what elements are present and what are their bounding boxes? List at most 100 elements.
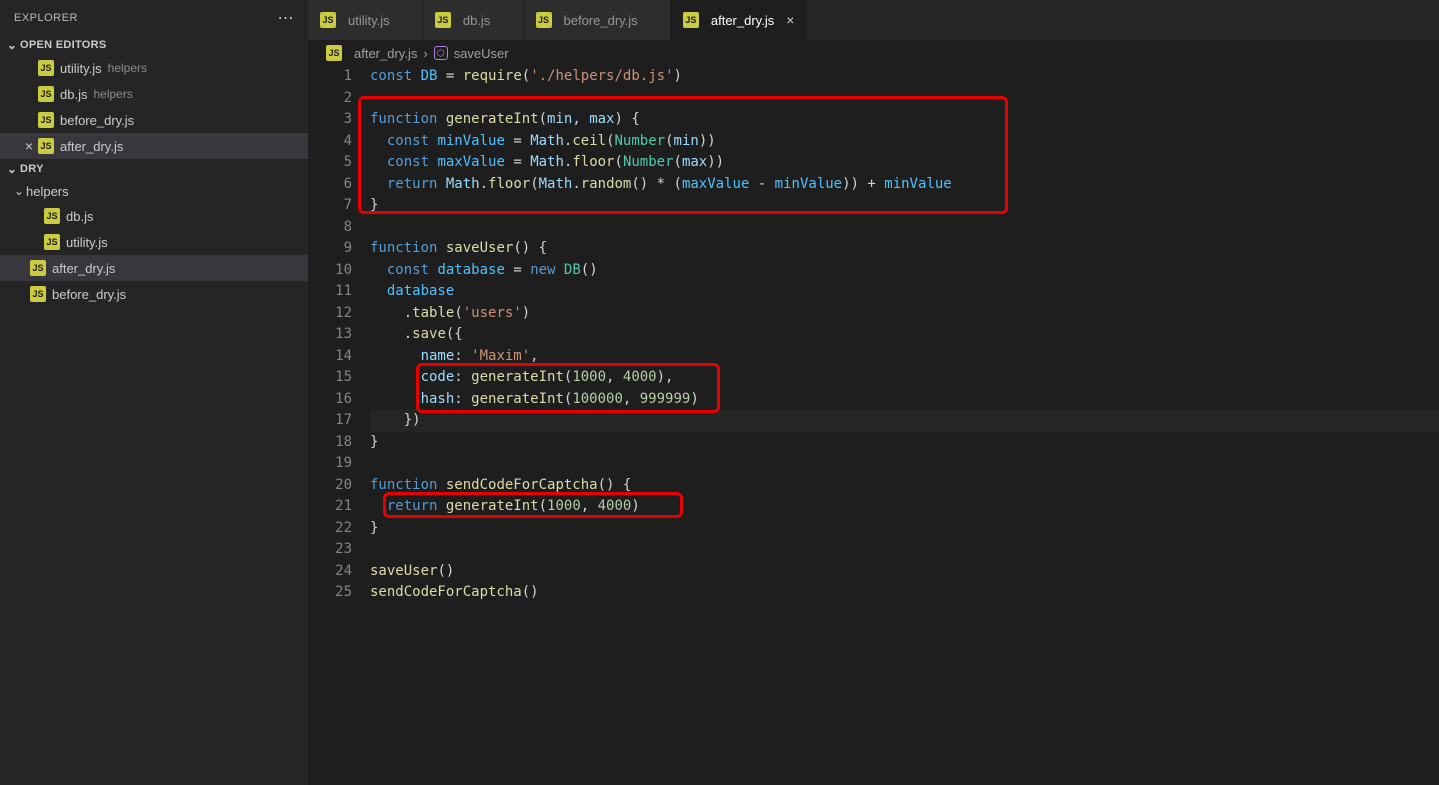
project-title: DRY [20,163,44,175]
code-line[interactable] [370,539,1439,561]
folder-row[interactable]: ⌄helpers [0,179,308,203]
code-line[interactable]: } [370,195,1439,217]
js-file-icon: JS [38,138,54,154]
breadcrumb-symbol: saveUser [454,46,509,61]
line-number: 19 [308,453,352,475]
code-line[interactable]: sendCodeForCaptcha() [370,582,1439,604]
line-number: 8 [308,217,352,239]
explorer-header: EXPLORER ⋯ [0,0,308,35]
file-item[interactable]: JSutility.js [0,229,308,255]
open-editor-item[interactable]: ×JSbefore_dry.js [0,107,308,133]
js-file-icon: JS [435,12,451,28]
js-file-icon: JS [320,12,336,28]
editor-tab[interactable]: JS after_dry.js × [671,0,808,40]
code-line[interactable]: return generateInt(1000, 4000) [370,496,1439,518]
js-file-icon: JS [30,260,46,276]
code-line[interactable]: hash: generateInt(100000, 999999) [370,389,1439,411]
folder-label: helpers [26,184,69,199]
code-line[interactable]: const minValue = Math.ceil(Number(min)) [370,131,1439,153]
file-label: before_dry.js [60,113,134,128]
code-line[interactable]: } [370,518,1439,540]
line-number: 5 [308,152,352,174]
line-number: 1 [308,66,352,88]
editor-tabs: JSutility.js×JSdb.js×JSbefore_dry.js×JSa… [308,0,1439,40]
open-editors-title: OPEN EDITORS [20,39,107,51]
line-number: 20 [308,475,352,497]
project-header[interactable]: ⌄ DRY [0,159,308,179]
breadcrumb[interactable]: JS after_dry.js › ⬡ saveUser [308,40,1439,66]
line-number: 15 [308,367,352,389]
code-line[interactable]: const database = new DB() [370,260,1439,282]
file-item[interactable]: JS before_dry.js [0,281,308,307]
line-number: 10 [308,260,352,282]
code-line[interactable] [370,453,1439,475]
file-label: utility.js [66,235,108,250]
tab-label: before_dry.js [564,13,638,28]
js-file-icon: JS [44,208,60,224]
tab-label: db.js [463,13,490,28]
breadcrumb-separator: › [423,46,427,61]
chevron-down-icon: ⌄ [12,184,26,198]
file-hint: helpers [108,61,147,75]
line-number: 11 [308,281,352,303]
js-file-icon: JS [683,12,699,28]
js-file-icon: JS [326,45,342,61]
editor-tab[interactable]: JSbefore_dry.js× [524,0,671,40]
code-content[interactable]: const DB = require('./helpers/db.js') fun… [370,66,1439,785]
code-line[interactable]: .table('users') [370,303,1439,325]
explorer-sidebar: EXPLORER ⋯ ⌄ OPEN EDITORS ×JSutility.jsh… [0,0,308,785]
code-line[interactable] [370,217,1439,239]
explorer-title: EXPLORER [14,12,78,24]
editor-tab[interactable]: JSdb.js× [423,0,524,40]
tab-label: after_dry.js [711,13,774,28]
file-item[interactable]: JSdb.js [0,203,308,229]
js-file-icon: JS [38,86,54,102]
js-file-icon: JS [30,286,46,302]
code-line[interactable]: const maxValue = Math.floor(Number(max)) [370,152,1439,174]
chevron-down-icon: ⌄ [4,38,20,52]
editor-tab[interactable]: JSutility.js× [308,0,423,40]
line-number: 24 [308,561,352,583]
line-number: 21 [308,496,352,518]
close-icon[interactable]: × [20,138,38,154]
code-line[interactable]: name: 'Maxim', [370,346,1439,368]
code-line[interactable]: database [370,281,1439,303]
line-number: 12 [308,303,352,325]
explorer-more-icon[interactable]: ⋯ [278,8,295,28]
line-number: 9 [308,238,352,260]
code-line[interactable]: } [370,432,1439,454]
code-line[interactable]: .save({ [370,324,1439,346]
code-line[interactable]: function saveUser() { [370,238,1439,260]
file-item[interactable]: JS after_dry.js [0,255,308,281]
js-file-icon: JS [536,12,552,28]
code-line[interactable] [370,88,1439,110]
breadcrumb-file: after_dry.js [354,46,417,61]
open-editor-item[interactable]: ×JSutility.jshelpers [0,55,308,81]
code-line[interactable]: return Math.floor(Math.random() * (maxVa… [370,174,1439,196]
tab-label: utility.js [348,13,390,28]
code-line[interactable]: }) [370,410,1439,432]
open-editors-header[interactable]: ⌄ OPEN EDITORS [0,35,308,55]
line-number: 3 [308,109,352,131]
open-editors-list: ×JSutility.jshelpers×JSdb.jshelpers×JSbe… [0,55,308,159]
line-number: 7 [308,195,352,217]
line-number: 4 [308,131,352,153]
js-file-icon: JS [38,60,54,76]
line-number: 16 [308,389,352,411]
line-number: 22 [308,518,352,540]
code-line[interactable]: saveUser() [370,561,1439,583]
line-number: 6 [308,174,352,196]
code-line[interactable]: code: generateInt(1000, 4000), [370,367,1439,389]
code-editor[interactable]: 1234567891011121314151617181920212223242… [308,66,1439,785]
chevron-down-icon: ⌄ [4,162,20,176]
file-label: after_dry.js [60,139,123,154]
file-label: before_dry.js [52,287,126,302]
close-icon[interactable]: × [786,12,794,28]
code-line[interactable]: function sendCodeForCaptcha() { [370,475,1439,497]
line-number: 13 [308,324,352,346]
open-editor-item[interactable]: ×JS after_dry.js [0,133,308,159]
code-line[interactable]: const DB = require('./helpers/db.js') [370,66,1439,88]
file-label: after_dry.js [52,261,115,276]
open-editor-item[interactable]: ×JSdb.jshelpers [0,81,308,107]
code-line[interactable]: function generateInt(min, max) { [370,109,1439,131]
